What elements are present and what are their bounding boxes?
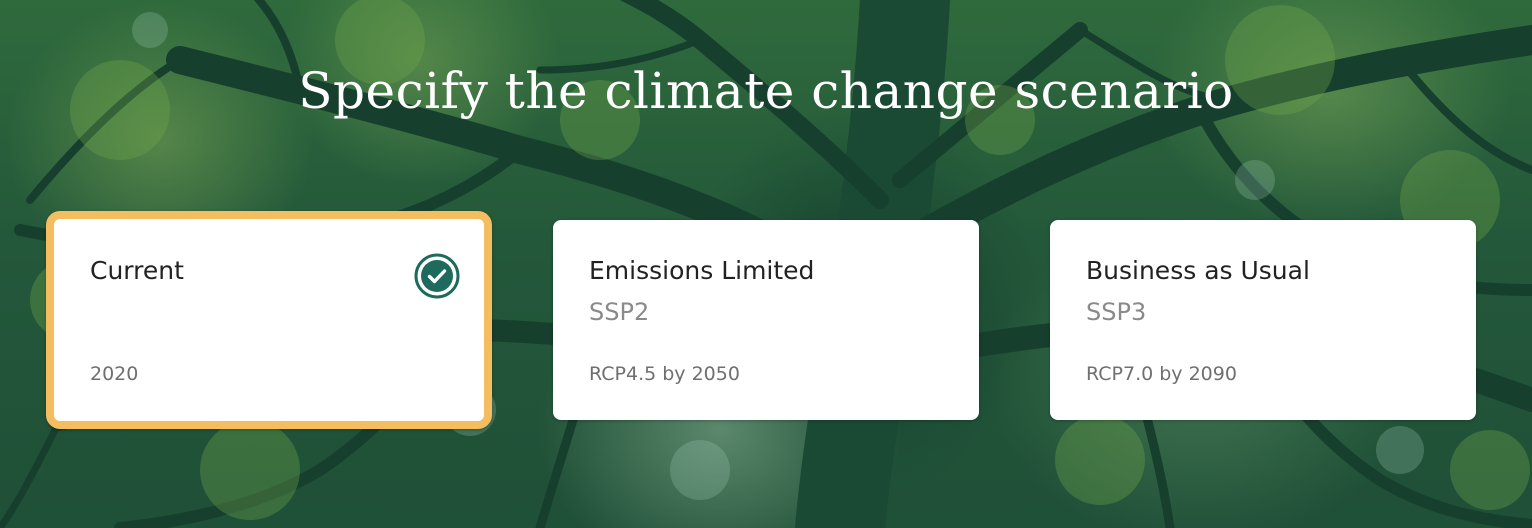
scenario-card-current[interactable]: Current 2020 <box>46 211 492 429</box>
scenario-selection-hero: Specify the climate change scenario Curr… <box>0 0 1532 528</box>
scenario-card-content: Business as Usual SSP3 RCP7.0 by 2090 <box>1086 220 1452 420</box>
scenario-timeframe: RCP7.0 by 2090 <box>1086 363 1237 385</box>
scenario-ssp-label: SSP3 <box>1086 298 1147 326</box>
scenario-card-business-as-usual[interactable]: Business as Usual SSP3 RCP7.0 by 2090 <box>1050 220 1476 420</box>
check-circle-icon <box>414 253 460 299</box>
scenario-title: Emissions Limited <box>589 256 815 285</box>
scenario-timeframe: RCP4.5 by 2050 <box>589 363 740 385</box>
scenario-card-emissions-limited[interactable]: Emissions Limited SSP2 RCP4.5 by 2050 <box>553 220 979 420</box>
scenario-ssp-label: SSP2 <box>589 298 650 326</box>
scenario-card-content: Current 2020 <box>90 220 460 421</box>
scenario-card-content: Emissions Limited SSP2 RCP4.5 by 2050 <box>589 220 955 420</box>
scenario-timeframe: 2020 <box>90 363 139 385</box>
page-title: Specify the climate change scenario <box>298 62 1234 120</box>
scenario-title: Current <box>90 256 184 285</box>
scenario-title: Business as Usual <box>1086 256 1310 285</box>
